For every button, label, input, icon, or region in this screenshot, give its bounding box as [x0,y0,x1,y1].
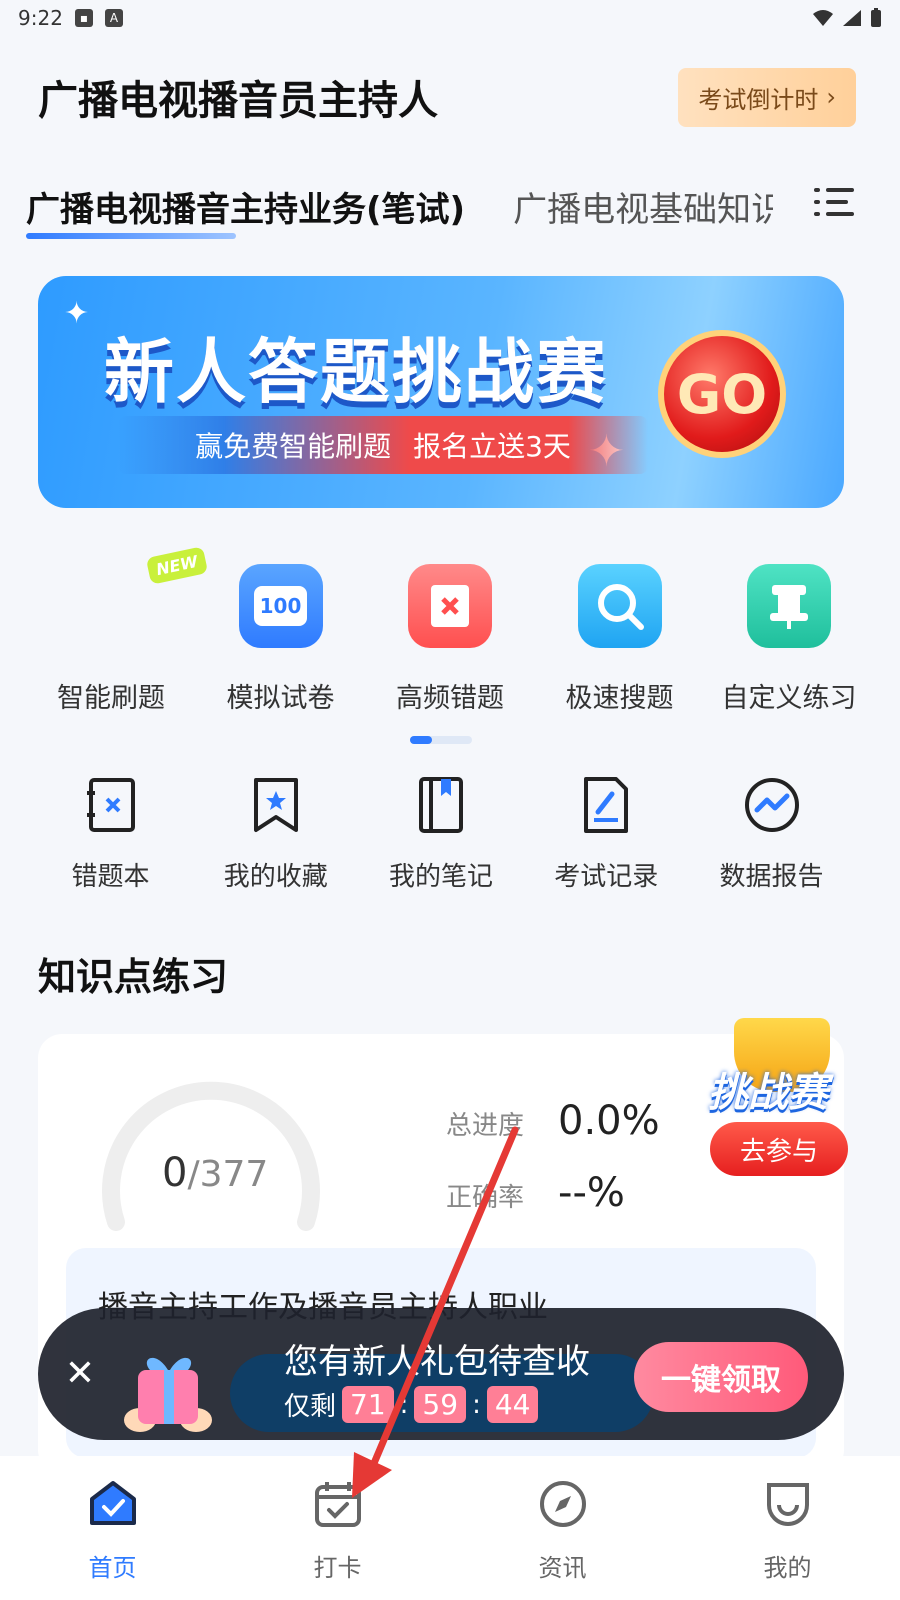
status-bar: 9:22 ▪ A [0,0,900,36]
time-separator: : [472,1389,481,1420]
close-icon[interactable]: ✕ [62,1356,98,1392]
nav-news[interactable]: 资讯 [483,1456,643,1583]
tab-broadcast-hosting-business[interactable]: 广播电视播音主持业务(笔试) [26,182,465,239]
tool-label: 错题本 [71,862,150,892]
challenge-title: 挑战赛 [708,1070,828,1116]
chevron-right-icon: › [826,83,836,111]
tool-label: 考试记录 [554,862,659,892]
progress-count: 0/377 [162,1150,268,1196]
quick-action-label: 极速搜题 [565,683,674,714]
banner-subline: 赢免费智能刷题 报名立送3天 [118,416,648,474]
quick-action-label: 智能刷题 [57,683,165,714]
tool-notes[interactable]: 我的笔记 [359,776,524,893]
compass-icon [537,1478,589,1530]
exam-countdown-label: 考试倒计时 [698,85,819,114]
frequent-errors-icon [408,564,492,648]
notebook-icon [412,776,470,834]
banner-sub-right: 报名立送3天 [413,430,571,463]
mock-exam-glyph: 100 [253,586,308,626]
countdown-seconds: 44 [486,1386,539,1423]
quick-action-frequent-errors[interactable]: 高频错题 [369,564,531,715]
challenge-banner[interactable]: ✦ ✦ 新人答题挑战赛 赢免费智能刷题 报名立送3天 GO [38,276,844,508]
tool-label: 数据报告 [719,862,824,892]
quick-action-label: 模拟试卷 [226,683,335,714]
progress-done: 0 [162,1150,188,1196]
quick-actions: NEW 智能刷题 100 模拟试卷 高频错题 极速搜题 自定义练习 [30,546,870,715]
tool-error-book[interactable]: 错题本 [28,776,193,893]
data-report-icon [743,776,801,834]
error-book-icon [82,776,140,834]
quick-actions-page-indicator [410,736,472,744]
progress-label: 总进度 [446,1111,525,1141]
quick-action-label: 自定义练习 [721,683,857,714]
nav-home[interactable]: 首页 [33,1456,193,1583]
gift-icon [124,1357,212,1432]
tool-label: 我的收藏 [223,862,328,892]
status-time: 9:22 [18,6,63,30]
gift-message: 您有新人礼包待查收 [284,1342,590,1382]
accuracy-value: --% [558,1170,625,1216]
progress-value: 0.0% [558,1098,660,1144]
quick-search-icon [577,564,662,648]
battery-icon [871,8,881,27]
progress-total: /377 [187,1154,269,1195]
header: 广播电视播音员主持人 考试倒计时 › [38,66,856,128]
nav-label: 我的 [763,1554,812,1582]
wifi-icon [813,10,833,26]
quick-action-mock-exam[interactable]: 100 模拟试卷 [200,564,362,715]
nav-check-in[interactable]: 打卡 [258,1456,418,1583]
countdown-hours: 71 [342,1386,394,1423]
mock-exam-icon: 100 [238,564,323,648]
tool-exam-records[interactable]: 考试记录 [524,776,689,893]
total-progress-row: 总进度 0.0% [446,1098,660,1144]
a-notification-icon: A [104,9,123,27]
gift-countdown: 仅剩 71 : 59 : 44 [284,1386,539,1423]
time-separator: : [399,1389,409,1420]
tool-label: 我的笔记 [388,862,493,892]
tool-data-report[interactable]: 数据报告 [689,776,854,893]
new-user-gift-toast: ✕ 您有新人礼包待查收 仅剩 71 : 59 : 44 一键领取 [38,1308,844,1440]
accuracy-label: 正确率 [446,1183,525,1213]
smart-practice-icon [69,564,153,648]
accuracy-row: 正确率 --% [446,1170,625,1216]
quick-action-custom-practice[interactable]: 自定义练习 [708,564,870,715]
nav-label: 打卡 [313,1554,362,1582]
exam-record-icon [577,776,635,834]
countdown-minutes: 59 [414,1386,467,1423]
nav-profile[interactable]: 我的 [708,1456,868,1583]
claim-gift-button[interactable]: 一键领取 [634,1342,808,1412]
join-challenge-button[interactable]: 去参与 [710,1122,848,1176]
bottom-navigation: 首页 打卡 资讯 我的 [0,1456,900,1600]
bookmark-icon [247,776,305,834]
subject-tabs: 广播电视播音主持业务(笔试) 广播电视基础知识 [26,176,900,239]
nav-label: 资讯 [538,1554,587,1582]
subject-menu-icon[interactable] [814,186,854,218]
exam-countdown-button[interactable]: 考试倒计时 › [678,67,856,127]
go-button[interactable]: GO [658,330,786,458]
quick-action-label: 高频错题 [396,683,504,714]
page-title: 广播电视播音员主持人 [38,78,438,124]
section-title-knowledge-practice: 知识点练习 [38,955,229,999]
remaining-label: 仅剩 [284,1392,337,1422]
quick-action-quick-search[interactable]: 极速搜题 [539,564,701,715]
custom-practice-icon [747,564,831,648]
tool-favorites[interactable]: 我的收藏 [193,776,358,893]
banner-sub-left: 赢免费智能刷题 [195,430,392,463]
tab-broadcast-basic-knowledge[interactable]: 广播电视基础知识 [513,182,773,231]
sparkle-icon: ✦ [64,296,90,331]
banner-headline: 新人答题挑战赛 [104,331,608,413]
check-in-calendar-icon [312,1478,364,1530]
nav-label: 首页 [88,1554,137,1582]
home-icon [87,1478,139,1530]
signal-icon [843,10,861,26]
image-notification-icon: ▪ [74,9,93,27]
challenge-float-widget[interactable]: 挑战赛 去参与 [708,1018,850,1178]
study-tools: 错题本 我的收藏 我的笔记 考试记录 数据报告 [28,776,854,893]
profile-icon [762,1478,814,1530]
quick-action-smart-practice[interactable]: NEW 智能刷题 [30,546,209,715]
